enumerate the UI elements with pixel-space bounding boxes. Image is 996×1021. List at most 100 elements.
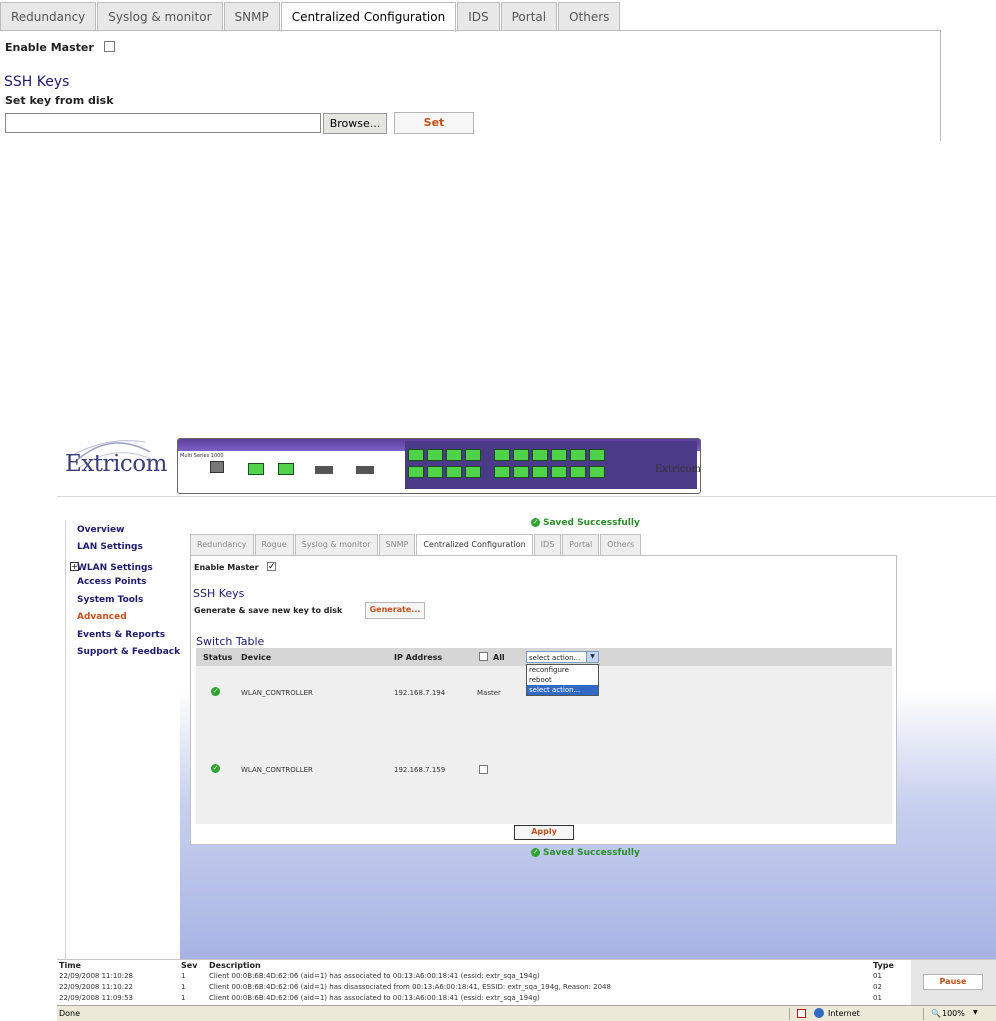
nav-access-points[interactable]: Access Points (77, 577, 147, 587)
nav-support-feedback[interactable]: Support & Feedback (77, 647, 180, 657)
ap-port-icon (446, 449, 462, 461)
top-tab-portal[interactable]: Portal (500, 2, 558, 30)
success-check-icon: ✓ (531, 518, 540, 527)
key-file-input[interactable] (5, 113, 321, 133)
tab-centralized-configuration[interactable]: Centralized Configuration (416, 534, 533, 557)
top-tab-syslog[interactable]: Syslog & monitor (97, 2, 223, 30)
saved-text: Saved Successfully (543, 518, 640, 528)
event-time: 22/09/2008 11:10:28 (59, 972, 134, 980)
tab-ids[interactable]: IDS (533, 534, 562, 555)
zoom-icon[interactable]: 🔍 (931, 1009, 941, 1018)
set-button[interactable]: Set (394, 112, 474, 134)
ap-port-icon (465, 449, 481, 461)
action-select-value: select action... (529, 654, 581, 662)
page-header: Extricom Multi Series 1000 Extricom (57, 430, 996, 498)
ap-port-icon (427, 466, 443, 478)
tab-rogue[interactable]: Rogue (254, 534, 294, 555)
top-tab-others[interactable]: Others (558, 2, 621, 30)
browser-screenshot: Extricom Multi Series 1000 Extricom Over… (57, 430, 996, 1021)
top-tab-ids[interactable]: IDS (457, 2, 500, 30)
tab-redundancy[interactable]: Redundancy (190, 534, 254, 555)
ap-port-icon (513, 449, 529, 461)
event-type: 02 (873, 983, 882, 991)
ap-port-icon (446, 466, 462, 478)
ap-port-icon (532, 449, 548, 461)
generate-button[interactable]: Generate... (365, 602, 425, 619)
select-all-checkbox[interactable] (479, 652, 488, 661)
tab-others[interactable]: Others (600, 534, 642, 555)
events-col-type: Type (873, 961, 894, 970)
status-ok-icon: ✓ (211, 687, 220, 696)
tab-portal[interactable]: Portal (562, 534, 600, 555)
nav-system-tools[interactable]: System Tools (77, 595, 143, 605)
tab-snmp[interactable]: SNMP (378, 534, 416, 555)
apply-button[interactable]: Apply (514, 825, 574, 840)
event-type: 01 (873, 972, 882, 980)
zoom-chevron-down-icon[interactable]: ▼ (973, 1009, 978, 1016)
generate-label: Generate & save new key to disk (194, 606, 343, 615)
action-dropdown: reconfigure reboot select action... (526, 664, 599, 696)
blocked-popup-icon[interactable] (797, 1009, 806, 1018)
header-divider (57, 496, 996, 497)
top-tab-redundancy[interactable]: Redundancy (0, 2, 97, 30)
status-separator (789, 1008, 790, 1020)
events-col-time: Time (59, 961, 81, 970)
col-status: Status (203, 653, 233, 662)
top-tab-centralized-configuration[interactable]: Centralized Configuration (280, 2, 457, 32)
ap-port-icon (494, 449, 510, 461)
left-nav: Overview LAN Settings + WLAN Settings Ac… (65, 520, 181, 1020)
ssh-keys-heading: SSH Keys (193, 587, 245, 600)
ap-port-icon (589, 466, 605, 478)
enable-master-checkbox[interactable] (267, 562, 276, 571)
action-select[interactable]: select action... ▼ (526, 651, 599, 663)
event-desc: Client 00:0B:6B:4D:62:06 (aid=1) has ass… (209, 994, 540, 1002)
nav-wlan-settings[interactable]: WLAN Settings (77, 563, 153, 573)
option-select-action[interactable]: select action... (527, 685, 598, 695)
device-brand-label: Extricom (655, 464, 701, 475)
lan-port-icon (248, 463, 264, 475)
ap-port-icon (532, 466, 548, 478)
enable-master-label: Enable Master (194, 563, 259, 572)
nav-advanced[interactable]: Advanced (77, 612, 127, 622)
nav-events-reports[interactable]: Events & Reports (77, 630, 165, 640)
top-ssh-keys-heading: SSH Keys (4, 74, 70, 90)
ap-port-icon (465, 466, 481, 478)
row-ip: 192.168.7.194 (394, 689, 446, 697)
lan-port-icon (278, 463, 294, 475)
row-device: WLAN_CONTROLLER (241, 689, 313, 697)
row-select-checkbox[interactable] (479, 765, 488, 774)
top-tab-snmp[interactable]: SNMP (223, 2, 280, 30)
event-desc: Client 00:0B:6B:4D:62:06 (aid=1) has ass… (209, 972, 540, 980)
chevron-down-icon[interactable]: ▼ (586, 652, 598, 662)
col-ip-address: IP Address (394, 653, 443, 662)
extricom-logo: Extricom (65, 451, 167, 477)
zoom-level[interactable]: 100% (942, 1009, 965, 1018)
browse-button[interactable]: Browse... (323, 113, 387, 134)
pause-button[interactable]: Pause (923, 974, 983, 990)
ap-port-icon (589, 449, 605, 461)
event-sev: 1 (181, 972, 186, 980)
events-col-sev: Sev (181, 961, 198, 970)
option-reboot[interactable]: reboot (527, 675, 598, 685)
ap-port-icon (494, 466, 510, 478)
top-enable-master-checkbox[interactable] (104, 41, 115, 52)
nav-overview[interactable]: Overview (77, 525, 124, 535)
option-reconfigure[interactable]: reconfigure (527, 665, 598, 675)
zone-text: Internet (828, 1009, 860, 1018)
tab-syslog[interactable]: Syslog & monitor (294, 534, 378, 555)
sfp-port-icon (315, 466, 333, 474)
ap-port-icon (570, 449, 586, 461)
ap-port-icon (427, 449, 443, 461)
tab-bar: Redundancy Rogue Syslog & monitor SNMP C… (190, 534, 642, 557)
ap-port-icon (551, 466, 567, 478)
col-all-label: All (493, 653, 505, 662)
ap-port-icon (408, 449, 424, 461)
console-port-icon (210, 461, 224, 473)
saved-text: Saved Successfully (543, 848, 640, 858)
browser-status-bar: Done Internet 🔍 100% ▼ (57, 1005, 996, 1021)
ap-port-icon (408, 466, 424, 478)
event-desc: Client 00:0B:6B:4D:62:06 (aid=1) has dis… (209, 983, 611, 991)
nav-lan-settings[interactable]: LAN Settings (77, 542, 143, 552)
switch-table: Status Device IP Address All select acti… (196, 648, 892, 824)
event-sev: 1 (181, 994, 186, 1002)
